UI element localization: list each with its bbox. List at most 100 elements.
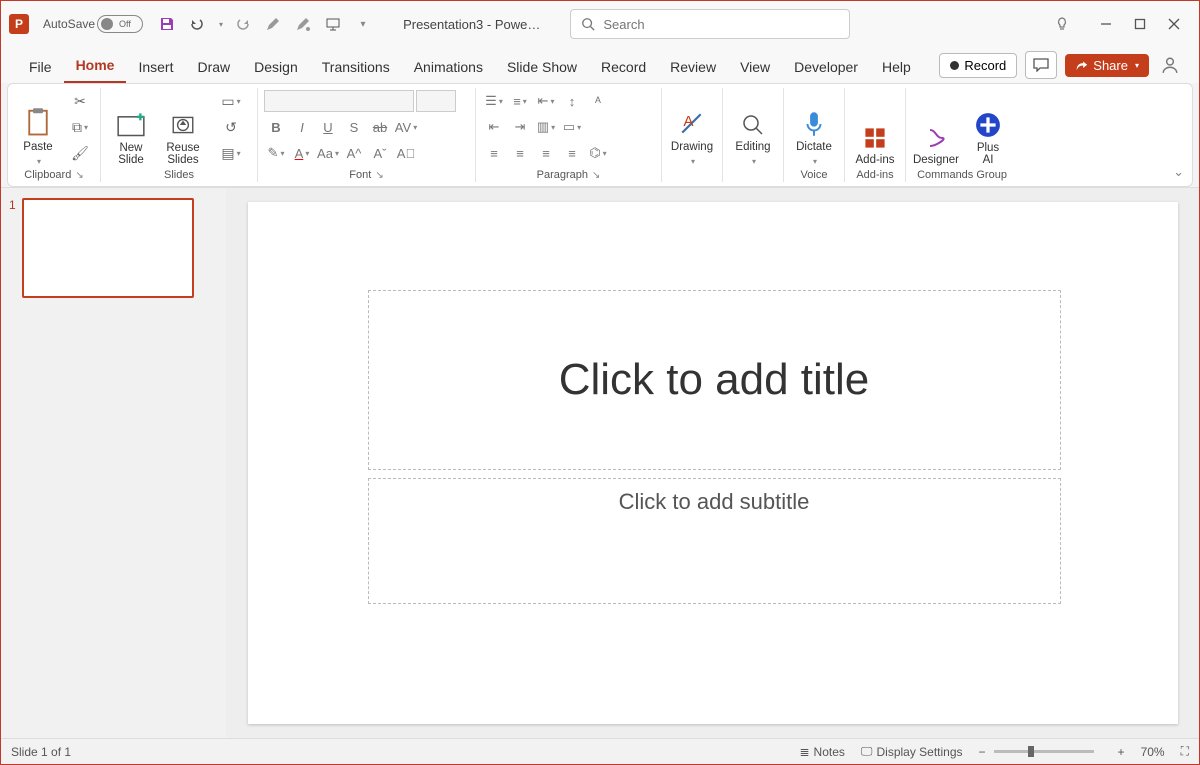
- underline-button[interactable]: U: [316, 116, 340, 138]
- pen-icon[interactable]: [263, 14, 283, 34]
- close-button[interactable]: [1157, 7, 1191, 41]
- qat-more-icon[interactable]: ▾: [353, 14, 373, 34]
- slide-thumbnail-panel[interactable]: 1: [1, 188, 226, 738]
- tab-record[interactable]: Record: [589, 53, 658, 83]
- tab-view[interactable]: View: [728, 53, 782, 83]
- tab-insert[interactable]: Insert: [126, 53, 185, 83]
- undo-icon[interactable]: [187, 14, 207, 34]
- tab-file[interactable]: File: [17, 53, 64, 83]
- present-icon[interactable]: [323, 14, 343, 34]
- clipboard-dialog-launcher-icon[interactable]: ↘: [75, 170, 83, 181]
- share-button[interactable]: Share▾: [1065, 54, 1149, 77]
- align-center-button[interactable]: ≡: [508, 142, 532, 164]
- align-left-button[interactable]: ≡: [482, 142, 506, 164]
- align-right-button[interactable]: ≡: [534, 142, 558, 164]
- search-input[interactable]: [603, 17, 839, 32]
- highlight-button[interactable]: ✎▾: [264, 142, 288, 164]
- new-slide-button[interactable]: New Slide: [107, 90, 155, 166]
- char-spacing-button[interactable]: AV▾: [394, 116, 418, 138]
- paste-button[interactable]: Paste ▾: [14, 90, 62, 166]
- thumbnail-preview[interactable]: [22, 198, 194, 298]
- font-family-selector[interactable]: [264, 90, 414, 112]
- record-button[interactable]: Record: [939, 53, 1017, 78]
- tab-help[interactable]: Help: [870, 53, 923, 83]
- tab-transitions[interactable]: Transitions: [310, 53, 402, 83]
- ribbon: Paste ▾ ✂ ⧉▾ 🖌 Clipboard↘ New Slide Reus…: [7, 83, 1193, 187]
- change-case-button[interactable]: Aa▾: [316, 142, 340, 164]
- search-box[interactable]: [570, 9, 850, 39]
- shrink-font-button[interactable]: Aˇ: [368, 142, 392, 164]
- undo-dropdown-icon[interactable]: ▾: [219, 20, 223, 29]
- zoom-level[interactable]: 70%: [1141, 745, 1165, 759]
- tab-slideshow[interactable]: Slide Show: [495, 53, 589, 83]
- format-painter-icon[interactable]: 🖌: [66, 142, 94, 164]
- font-color-button[interactable]: A▾: [290, 142, 314, 164]
- section-icon[interactable]: ▤▾: [211, 142, 251, 164]
- justify-button[interactable]: ≡: [560, 142, 584, 164]
- shadow-button[interactable]: S: [342, 116, 366, 138]
- tab-draw[interactable]: Draw: [185, 53, 242, 83]
- slide-canvas-area[interactable]: Click to add title Click to add subtitle: [226, 188, 1199, 738]
- minimize-button[interactable]: [1089, 7, 1123, 41]
- font-size-selector[interactable]: [416, 90, 456, 112]
- plus-ai-icon: [975, 112, 1001, 138]
- zoom-out-button[interactable]: −: [979, 745, 986, 759]
- tab-home[interactable]: Home: [64, 51, 127, 83]
- decrease-indent-button[interactable]: ⇤: [482, 116, 506, 138]
- numbering-button[interactable]: ≡▾: [508, 90, 532, 112]
- increase-indent-button[interactable]: ⇥: [508, 116, 532, 138]
- lightbulb-icon[interactable]: [1045, 7, 1079, 41]
- zoom-in-button[interactable]: +: [1118, 745, 1125, 759]
- comments-button[interactable]: [1025, 51, 1057, 79]
- tab-design[interactable]: Design: [242, 53, 310, 83]
- strikethrough-button[interactable]: ab: [368, 116, 392, 138]
- line-spacing-button[interactable]: ↕: [560, 90, 584, 112]
- autosave-toggle[interactable]: Off: [97, 15, 143, 33]
- reset-icon[interactable]: ↺: [211, 116, 251, 138]
- subtitle-placeholder[interactable]: Click to add subtitle: [368, 478, 1061, 604]
- plus-ai-button[interactable]: PlusAI: [964, 90, 1012, 166]
- maximize-button[interactable]: [1123, 7, 1157, 41]
- account-icon[interactable]: [1157, 52, 1183, 78]
- align-text-button[interactable]: ▭▾: [560, 116, 584, 138]
- layout-icon[interactable]: ▭▾: [211, 90, 251, 112]
- editing-button[interactable]: Editing▾: [729, 90, 777, 166]
- clear-formatting-button[interactable]: A⃠: [394, 142, 418, 164]
- paragraph-dialog-launcher-icon[interactable]: ↘: [592, 170, 600, 181]
- italic-button[interactable]: I: [290, 116, 314, 138]
- display-settings-button[interactable]: 🖵Display Settings: [861, 744, 963, 759]
- smartart-button[interactable]: ⌬▾: [586, 142, 610, 164]
- redo-icon[interactable]: [233, 14, 253, 34]
- font-dialog-launcher-icon[interactable]: ↘: [375, 170, 383, 181]
- columns-button[interactable]: ▥▾: [534, 116, 558, 138]
- text-direction-button[interactable]: ᴬ: [586, 90, 610, 112]
- notes-button[interactable]: ≣Notes: [799, 745, 844, 759]
- list-level-button[interactable]: ⇤▾: [534, 90, 558, 112]
- dictate-button[interactable]: Dictate▾: [790, 90, 838, 166]
- reuse-slides-icon: [170, 112, 196, 138]
- designer-icon: [924, 126, 948, 150]
- tab-review[interactable]: Review: [658, 53, 728, 83]
- pen2-icon[interactable]: [293, 14, 313, 34]
- grow-font-button[interactable]: A^: [342, 142, 366, 164]
- reuse-slides-button[interactable]: Reuse Slides: [159, 90, 207, 166]
- drawing-button[interactable]: ADrawing▾: [668, 90, 716, 166]
- bullets-button[interactable]: ☰▾: [482, 90, 506, 112]
- bold-button[interactable]: B: [264, 116, 288, 138]
- addins-button[interactable]: Add-ins: [851, 90, 899, 166]
- zoom-slider[interactable]: [994, 750, 1094, 753]
- tab-animations[interactable]: Animations: [402, 53, 495, 83]
- designer-button[interactable]: Designer: [912, 90, 960, 166]
- collapse-ribbon-icon[interactable]: ⌄: [1173, 164, 1184, 180]
- save-icon[interactable]: [157, 14, 177, 34]
- cut-icon[interactable]: ✂: [66, 90, 94, 112]
- slide[interactable]: Click to add title Click to add subtitle: [248, 202, 1178, 724]
- fit-to-window-button[interactable]: ⛶: [1181, 744, 1189, 759]
- tab-developer[interactable]: Developer: [782, 53, 870, 83]
- thumbnail-item[interactable]: 1: [9, 198, 218, 298]
- title-bar: P AutoSave Off ▾ ▾ Presentation3 - Powe…: [1, 1, 1199, 47]
- copy-icon[interactable]: ⧉▾: [66, 116, 94, 138]
- group-font: B I U S ab AV▾ ✎▾ A▾ Aa▾ A^ Aˇ A⃠ Font↘: [258, 88, 476, 182]
- zoom-slider-thumb[interactable]: [1028, 746, 1034, 757]
- title-placeholder[interactable]: Click to add title: [368, 290, 1061, 470]
